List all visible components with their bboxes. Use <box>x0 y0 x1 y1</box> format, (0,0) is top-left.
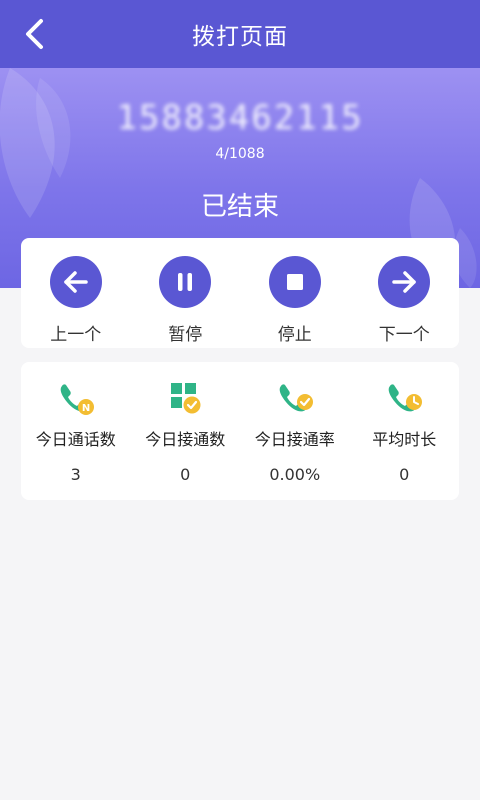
stat-duration-label: 平均时长 <box>372 430 437 449</box>
call-status: 已结束 <box>200 192 279 222</box>
phone-number: 15883462115 <box>116 98 364 138</box>
next-button[interactable]: 下一个 <box>350 238 460 348</box>
stat-average-duration: 平均时长 0 <box>350 362 460 500</box>
stat-connected-today: 今日接通数 0 <box>131 362 241 500</box>
stat-connect-rate: 今日接通率 0.00% <box>240 362 350 500</box>
phone-clock-icon <box>388 384 423 412</box>
phone-check-icon <box>279 384 313 412</box>
stat-calls-today: N 今日通话数 3 <box>21 362 131 500</box>
next-label: 下一个 <box>378 325 430 345</box>
stat-connected-value: 0 <box>180 465 191 484</box>
stat-rate-label: 今日接通率 <box>254 430 335 449</box>
arrow-right-icon <box>392 271 416 293</box>
stop-label: 停止 <box>277 325 312 345</box>
previous-button[interactable]: 上一个 <box>21 238 131 348</box>
arrow-left-icon <box>64 271 88 293</box>
pause-button[interactable]: 暂停 <box>131 238 241 348</box>
stat-calls-label: 今日通话数 <box>35 430 116 449</box>
previous-label: 上一个 <box>50 325 102 345</box>
pause-icon <box>178 273 193 291</box>
stop-icon <box>286 274 303 290</box>
call-progress: 4/1088 <box>215 146 265 162</box>
page-title: 拨打页面 <box>192 24 288 50</box>
today-stats-card: N 今日通话数 3 今日接通数 0 今日接通率 0.00% 平均时长 0 <box>21 362 459 500</box>
call-controls-card: 上一个 暂停 停止 下一个 <box>21 238 459 348</box>
svg-text:N: N <box>82 403 90 414</box>
stat-duration-value: 0 <box>399 465 410 484</box>
stat-connected-label: 今日接通数 <box>145 430 226 449</box>
stat-rate-value: 0.00% <box>269 465 321 484</box>
phone-n-icon: N <box>60 384 94 415</box>
stat-calls-value: 3 <box>70 465 81 484</box>
pause-label: 暂停 <box>168 325 203 345</box>
stop-button[interactable]: 停止 <box>240 238 350 348</box>
top-bar: 拨打页面 <box>0 0 480 68</box>
chevron-left-icon <box>26 19 43 49</box>
back-button[interactable] <box>14 14 54 54</box>
grid-check-icon <box>171 383 201 414</box>
